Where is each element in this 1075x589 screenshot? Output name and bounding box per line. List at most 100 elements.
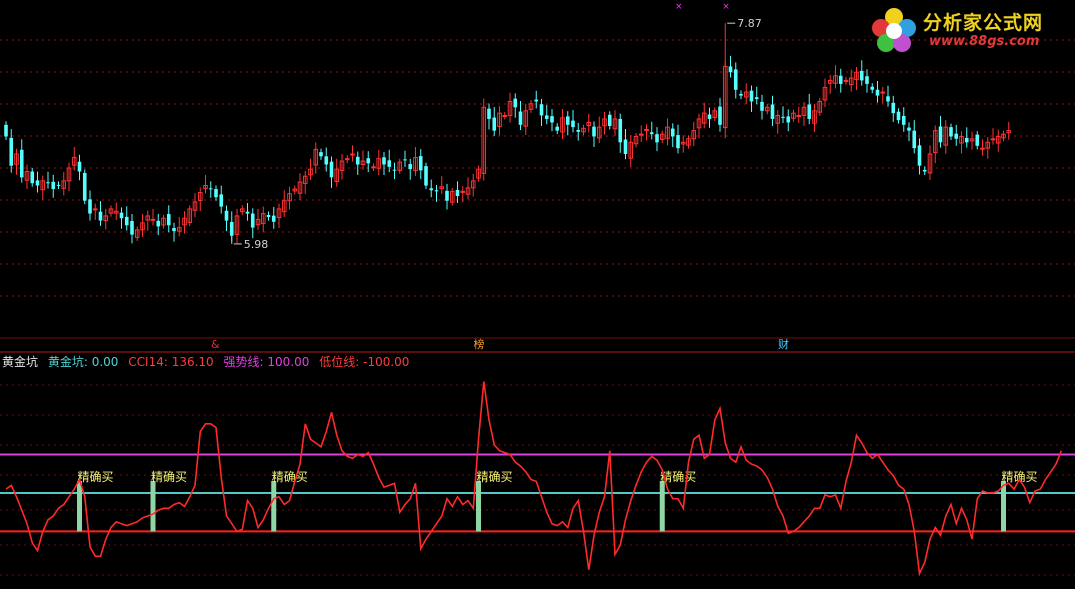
candle-body-down [424, 166, 428, 186]
candle-body-up [350, 153, 355, 156]
candle-body-down [19, 149, 24, 178]
candle-body-down [760, 101, 764, 111]
candle-body-down [492, 117, 497, 131]
candle-body-down [77, 161, 82, 172]
candle-body-down [859, 70, 864, 81]
candle-body-up [371, 166, 376, 169]
candle-body-down [271, 215, 276, 222]
candle-body-down [670, 128, 675, 137]
candle-body-down [707, 114, 712, 119]
legend-golden-pit: 黄金坑: 0.00 [48, 355, 119, 369]
candle-body-down [676, 135, 680, 149]
legend-cci14: CCI14: 136.10 [128, 355, 213, 369]
top-x-mark: × [722, 2, 730, 12]
candle-body-up [796, 114, 802, 117]
candle-body-down [9, 137, 14, 166]
candle-body-down [865, 76, 869, 84]
legend-golden-pit-value: 0.00 [91, 355, 119, 369]
flower-logo-icon [872, 8, 916, 52]
candle-body-down [875, 89, 880, 96]
candle-body-up [638, 133, 644, 136]
candle-body-down [51, 181, 56, 190]
legend-low-line-label: 低位线: [319, 355, 360, 369]
legend-low-line-value: -100.00 [363, 355, 410, 369]
candle-body-down [886, 96, 890, 102]
candle-body-up [344, 158, 350, 161]
candle-body-down [576, 129, 581, 132]
candle-body-down [156, 220, 161, 227]
candle-body-up [502, 114, 508, 117]
candle-body-down [382, 157, 386, 165]
candle-body-down [324, 156, 329, 165]
candle-body-up [644, 128, 649, 131]
candle-body-down [392, 169, 397, 171]
candle-body-down [387, 160, 392, 167]
watermark-title: 分析家公式网 [923, 12, 1044, 34]
legend-strong-line-value: 100.00 [267, 355, 310, 369]
candle-body-down [408, 164, 413, 170]
candle-body-down [124, 216, 129, 226]
watermark-url: www.88gs.com [929, 34, 1040, 49]
candle-body-down [728, 66, 733, 73]
candle-body-down [733, 69, 738, 90]
candle-body-down [975, 134, 980, 146]
candle-body-down [98, 211, 103, 221]
candle-body-down [896, 111, 901, 121]
candle-body-down [786, 116, 791, 123]
candle-body-down [550, 116, 554, 123]
candle-body-down [46, 182, 50, 184]
buy-signal-bar [476, 480, 481, 532]
candle-body-down [754, 97, 759, 100]
candle-body-down [901, 115, 906, 125]
x-marker-label: & [211, 338, 220, 351]
candle-body-down [938, 126, 943, 143]
candle-body-down [455, 189, 460, 197]
buy-signal-bar [77, 480, 82, 532]
candle-body-down [555, 126, 560, 131]
candle-body-down [917, 145, 922, 166]
candle-body-down [130, 221, 134, 235]
candle-body-down [838, 75, 843, 84]
buy-signal-label: 精确买 [477, 470, 513, 484]
candle-body-down [513, 98, 518, 108]
legend-strong-line-label: 强势线: [223, 355, 264, 369]
top-x-mark: × [675, 2, 683, 12]
candle-body-down [949, 127, 953, 137]
candle-body-down [229, 221, 234, 236]
candle-body-down [649, 132, 654, 135]
buy-signal-bar [659, 480, 665, 532]
candle-body-down [781, 116, 785, 118]
candle-body-down [4, 124, 8, 137]
buy-signal-label: 精确买 [272, 470, 308, 484]
candle-body-down [770, 104, 775, 119]
candle-body-down [964, 137, 969, 143]
candle-body-down [219, 194, 224, 207]
candle-body-down [119, 212, 124, 219]
candle-body-down [418, 156, 423, 171]
x-marker-label: 财 [778, 337, 789, 351]
legend-cci14-value: 136.10 [171, 355, 214, 369]
buy-signal-label: 精确买 [78, 470, 114, 484]
buy-signal-bar [1001, 480, 1006, 532]
stock-chart-window: 7.87 5.98 × × & 榜财精确买 精确买 精确买 精确买 精确买 精确买 分析家公式网 w… [0, 0, 1075, 589]
legend-cci14-label: CCI14: [128, 355, 168, 369]
buy-signal-label: 精确买 [151, 470, 187, 484]
buy-signal-bar [150, 480, 156, 532]
candle-body-down [912, 130, 917, 149]
candle-body-down [518, 111, 523, 125]
candle-body-down [618, 118, 623, 143]
candle-body-down [592, 126, 596, 137]
indicator-name: 黄金坑 [2, 355, 39, 369]
candle-body-down [565, 116, 570, 125]
candle-body-down [544, 115, 549, 119]
candle-body-up [460, 190, 466, 193]
candle-body-up [150, 218, 156, 221]
candle-body-down [166, 214, 171, 226]
candle-body-up [880, 91, 886, 94]
candle-body-down [319, 152, 323, 157]
legend-strong-line: 强势线: 100.00 [224, 355, 310, 369]
candle-body-down [891, 102, 896, 114]
candle-body-down [30, 171, 35, 184]
candle-body-down [954, 133, 959, 139]
legend-low-line: 低位线: -100.00 [319, 355, 409, 369]
